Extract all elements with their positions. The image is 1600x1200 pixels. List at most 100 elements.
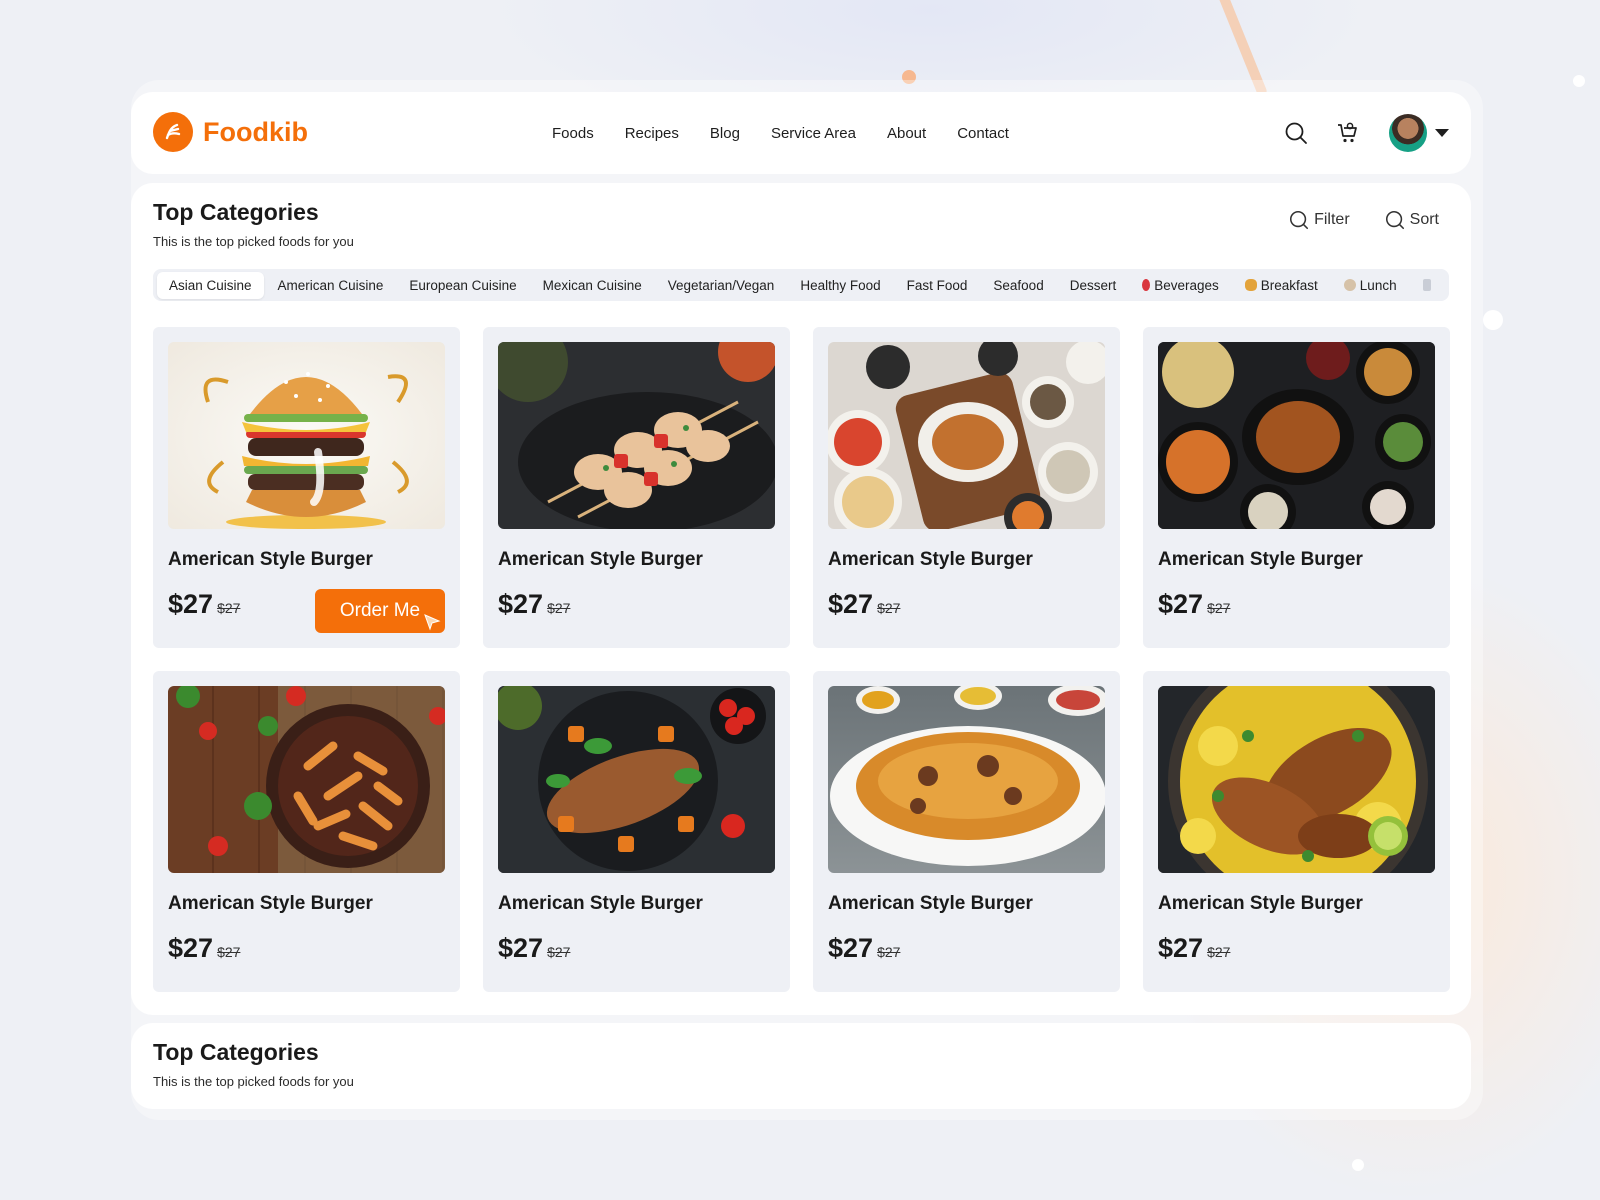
filter-label: Filter (1314, 211, 1350, 228)
order-button-label: Order Me (339, 600, 421, 621)
old-price: $27 (217, 944, 241, 960)
price: $27 $27 (498, 589, 570, 620)
old-price: $27 (217, 600, 241, 616)
more-category-icon (1422, 279, 1431, 291)
food-image (168, 686, 445, 873)
brand-logo[interactable]: Foodkib (153, 112, 308, 152)
filter-icon (1290, 210, 1309, 230)
current-price: $27 (168, 589, 214, 619)
chevron-down-icon[interactable] (1435, 129, 1449, 137)
price: $27 $27 (1158, 589, 1230, 620)
food-image (498, 686, 775, 873)
filter-button[interactable]: Filter (1288, 209, 1350, 231)
tab-more[interactable] (1411, 273, 1447, 297)
nav-blog[interactable]: Blog (710, 125, 740, 142)
food-image (828, 686, 1105, 873)
current-price: $27 (1158, 933, 1204, 963)
food-card[interactable]: American Style Burger $27 $27 (813, 327, 1120, 648)
food-image (1158, 686, 1435, 873)
section-subtitle: This is the top picked foods for you (153, 234, 354, 249)
tab-asian-cuisine[interactable]: Asian Cuisine (157, 271, 264, 299)
tab-vegetarian-vegan[interactable]: Vegetarian/Vegan (656, 272, 787, 299)
bread-icon (1244, 279, 1257, 291)
price: $27 $27 (168, 933, 240, 964)
tab-label: Asian Cuisine (169, 277, 252, 293)
tab-dessert[interactable]: Dessert (1058, 272, 1129, 299)
tab-healthy-food[interactable]: Healthy Food (788, 272, 892, 299)
header-actions (1281, 112, 1449, 154)
food-image (828, 342, 1105, 529)
sort-button[interactable]: Sort (1384, 209, 1439, 231)
background-dot (1483, 310, 1503, 330)
tab-breakfast[interactable]: Breakfast (1233, 272, 1330, 299)
tab-label: Breakfast (1260, 277, 1318, 293)
tab-label: Lunch (1359, 277, 1397, 293)
bottom-categories-panel: Top Categories This is the top picked fo… (131, 1023, 1471, 1109)
food-card[interactable]: American Style Burger $27 $27 (153, 671, 460, 992)
food-image (498, 342, 775, 529)
food-name: American Style Burger (498, 549, 703, 570)
food-card[interactable]: American Style Burger $27 $27 (1143, 327, 1450, 648)
current-price: $27 (168, 933, 214, 963)
top-categories-panel: Top Categories This is the top picked fo… (131, 183, 1471, 1015)
tab-label: European Cuisine (409, 277, 517, 293)
tab-label: Healthy Food (800, 277, 881, 293)
tab-beverages[interactable]: Beverages (1130, 272, 1231, 299)
food-card[interactable]: American Style Burger $27 $27 (483, 327, 790, 648)
tab-european-cuisine[interactable]: European Cuisine (397, 272, 528, 299)
tab-label: Fast Food (906, 277, 968, 293)
tab-label: Mexican Cuisine (542, 277, 642, 293)
current-price: $27 (498, 589, 544, 619)
food-name: American Style Burger (168, 549, 373, 570)
food-name: American Style Burger (828, 549, 1033, 570)
food-grid: American Style Burger $27 $27 Order Me A… (153, 327, 1450, 992)
price: $27 $27 (1158, 933, 1230, 964)
food-card[interactable]: American Style Burger $27 $27 (1143, 671, 1450, 992)
price: $27 $27 (828, 933, 900, 964)
tab-fast-food[interactable]: Fast Food (895, 272, 980, 299)
tab-label: Beverages (1154, 277, 1219, 293)
list-tools: Filter Sort (1254, 209, 1439, 231)
tab-american-cuisine[interactable]: American Cuisine (266, 272, 396, 299)
tab-label: Vegetarian/Vegan (667, 277, 775, 293)
tab-mexican-cuisine[interactable]: Mexican Cuisine (531, 272, 654, 299)
old-price: $27 (877, 944, 901, 960)
logo-icon (153, 112, 193, 152)
price: $27 $27 (498, 933, 570, 964)
category-tabs: Asian Cuisine American Cuisine European … (153, 269, 1449, 301)
current-price: $27 (828, 589, 874, 619)
wine-glass-icon (1142, 279, 1151, 291)
tab-label: Seafood (993, 277, 1044, 293)
nav-about[interactable]: About (887, 125, 926, 142)
nav-foods[interactable]: Foods (552, 125, 594, 142)
old-price: $27 (547, 600, 571, 616)
section-subtitle: This is the top picked foods for you (153, 1074, 354, 1089)
nav-contact[interactable]: Contact (957, 125, 1009, 142)
cart-icon[interactable] (1333, 118, 1363, 148)
background-dot (1352, 1159, 1364, 1171)
main-nav: Foods Recipes Blog Service Area About Co… (552, 92, 1040, 174)
food-name: American Style Burger (828, 893, 1033, 914)
food-card[interactable]: American Style Burger $27 $27 Order Me (153, 327, 460, 648)
tab-seafood[interactable]: Seafood (981, 272, 1055, 299)
cursor-icon (424, 614, 441, 631)
old-price: $27 (877, 600, 901, 616)
food-image (1158, 342, 1435, 529)
old-price: $27 (1207, 600, 1231, 616)
order-me-button[interactable]: Order Me (315, 589, 445, 633)
food-card[interactable]: American Style Burger $27 $27 (813, 671, 1120, 992)
food-card[interactable]: American Style Burger $27 $27 (483, 671, 790, 992)
tab-label: Dessert (1069, 277, 1117, 293)
avatar[interactable] (1389, 114, 1427, 152)
sort-label: Sort (1409, 211, 1439, 228)
sort-icon (1385, 210, 1404, 230)
search-icon[interactable] (1281, 118, 1311, 148)
nav-service-area[interactable]: Service Area (771, 125, 856, 142)
price: $27 $27 (168, 589, 240, 620)
tab-lunch[interactable]: Lunch (1332, 272, 1409, 299)
top-header: Foodkib Foods Recipes Blog Service Area … (131, 92, 1471, 174)
food-image (168, 342, 445, 529)
current-price: $27 (498, 933, 544, 963)
section-title: Top Categories (153, 1039, 319, 1065)
nav-recipes[interactable]: Recipes (625, 125, 679, 142)
